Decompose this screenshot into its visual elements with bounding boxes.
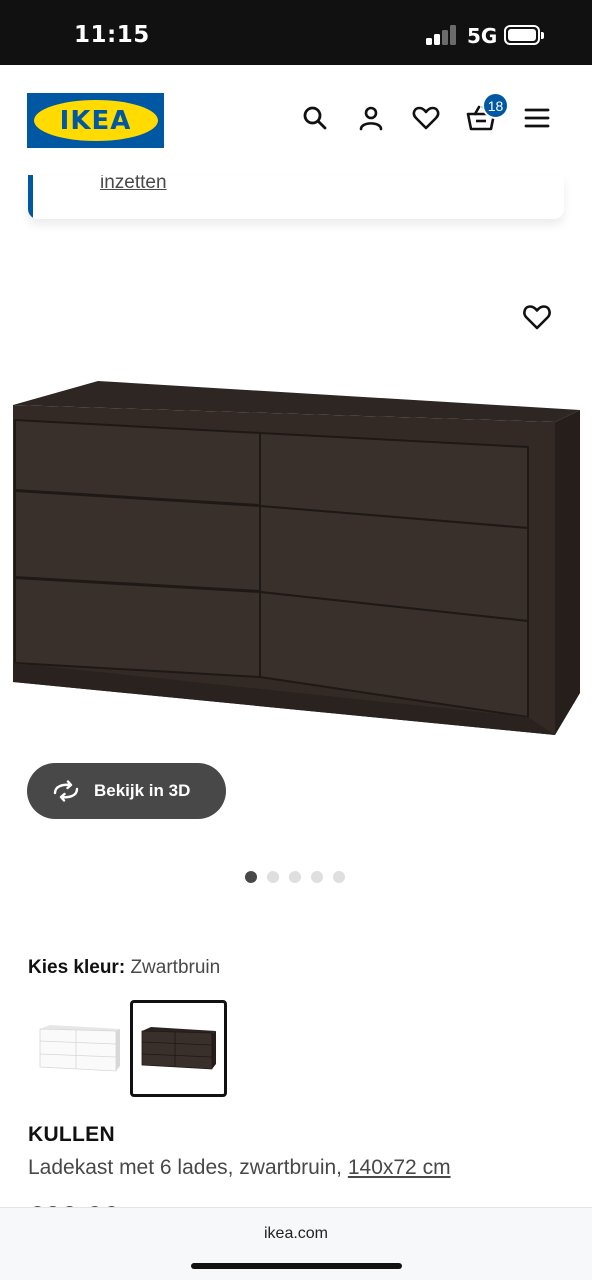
- product-dimensions-link[interactable]: 140x72 cm: [348, 1156, 451, 1179]
- notice-accent-bar: [28, 175, 33, 219]
- heart-icon[interactable]: [411, 103, 441, 133]
- network-type: 5G: [467, 24, 498, 48]
- white-dresser-thumbnail: [39, 1024, 120, 1071]
- gallery-dot[interactable]: [333, 871, 345, 883]
- site-header: IKEA 18: [0, 65, 592, 175]
- product-name: KULLEN: [28, 1123, 115, 1146]
- gallery-dot[interactable]: [245, 871, 257, 883]
- gallery-dot[interactable]: [311, 871, 323, 883]
- view-in-3d-button[interactable]: Bekijk in 3D: [27, 763, 226, 819]
- cart-count-badge: 18: [482, 92, 509, 119]
- signal-icon: [426, 25, 458, 45]
- color-label-prefix: Kies kleur:: [28, 957, 126, 978]
- browser-bottom-bar: ikea.com: [0, 1207, 592, 1280]
- gallery-pagination: [245, 871, 345, 883]
- view-in-3d-label: Bekijk in 3D: [94, 781, 191, 800]
- ikea-logo[interactable]: IKEA: [27, 93, 164, 148]
- gallery-dot[interactable]: [267, 871, 279, 883]
- add-to-favourites-icon[interactable]: [522, 303, 552, 333]
- status-bar: 11:15 5G: [0, 0, 592, 65]
- product-image[interactable]: [10, 375, 585, 745]
- rotate-3d-icon: [53, 780, 79, 802]
- search-icon[interactable]: [300, 103, 330, 133]
- product-description: Ladekast met 6 lades, zwartbruin, 140x72…: [28, 1156, 451, 1180]
- black-brown-dresser-thumbnail: [141, 1026, 216, 1069]
- status-time: 11:15: [74, 22, 150, 48]
- color-swatch-white[interactable]: [31, 1000, 128, 1097]
- profile-icon[interactable]: [356, 103, 386, 133]
- notice-card: inzetten: [28, 175, 564, 219]
- home-indicator[interactable]: [191, 1263, 402, 1269]
- color-selected-value: Zwartbruin: [130, 957, 221, 978]
- logo-text: IKEA: [59, 105, 132, 136]
- color-swatch-zwartbruin[interactable]: [130, 1000, 227, 1097]
- logo-oval: IKEA: [33, 100, 158, 141]
- color-selector-label: Kies kleur: Zwartbruin: [28, 957, 220, 979]
- browser-url[interactable]: ikea.com: [0, 1225, 592, 1243]
- battery-icon: [504, 25, 544, 45]
- product-description-text: Ladekast met 6 lades, zwartbruin,: [28, 1156, 342, 1179]
- gallery-dot[interactable]: [289, 871, 301, 883]
- menu-icon[interactable]: [522, 103, 552, 133]
- notice-link[interactable]: inzetten: [100, 175, 167, 194]
